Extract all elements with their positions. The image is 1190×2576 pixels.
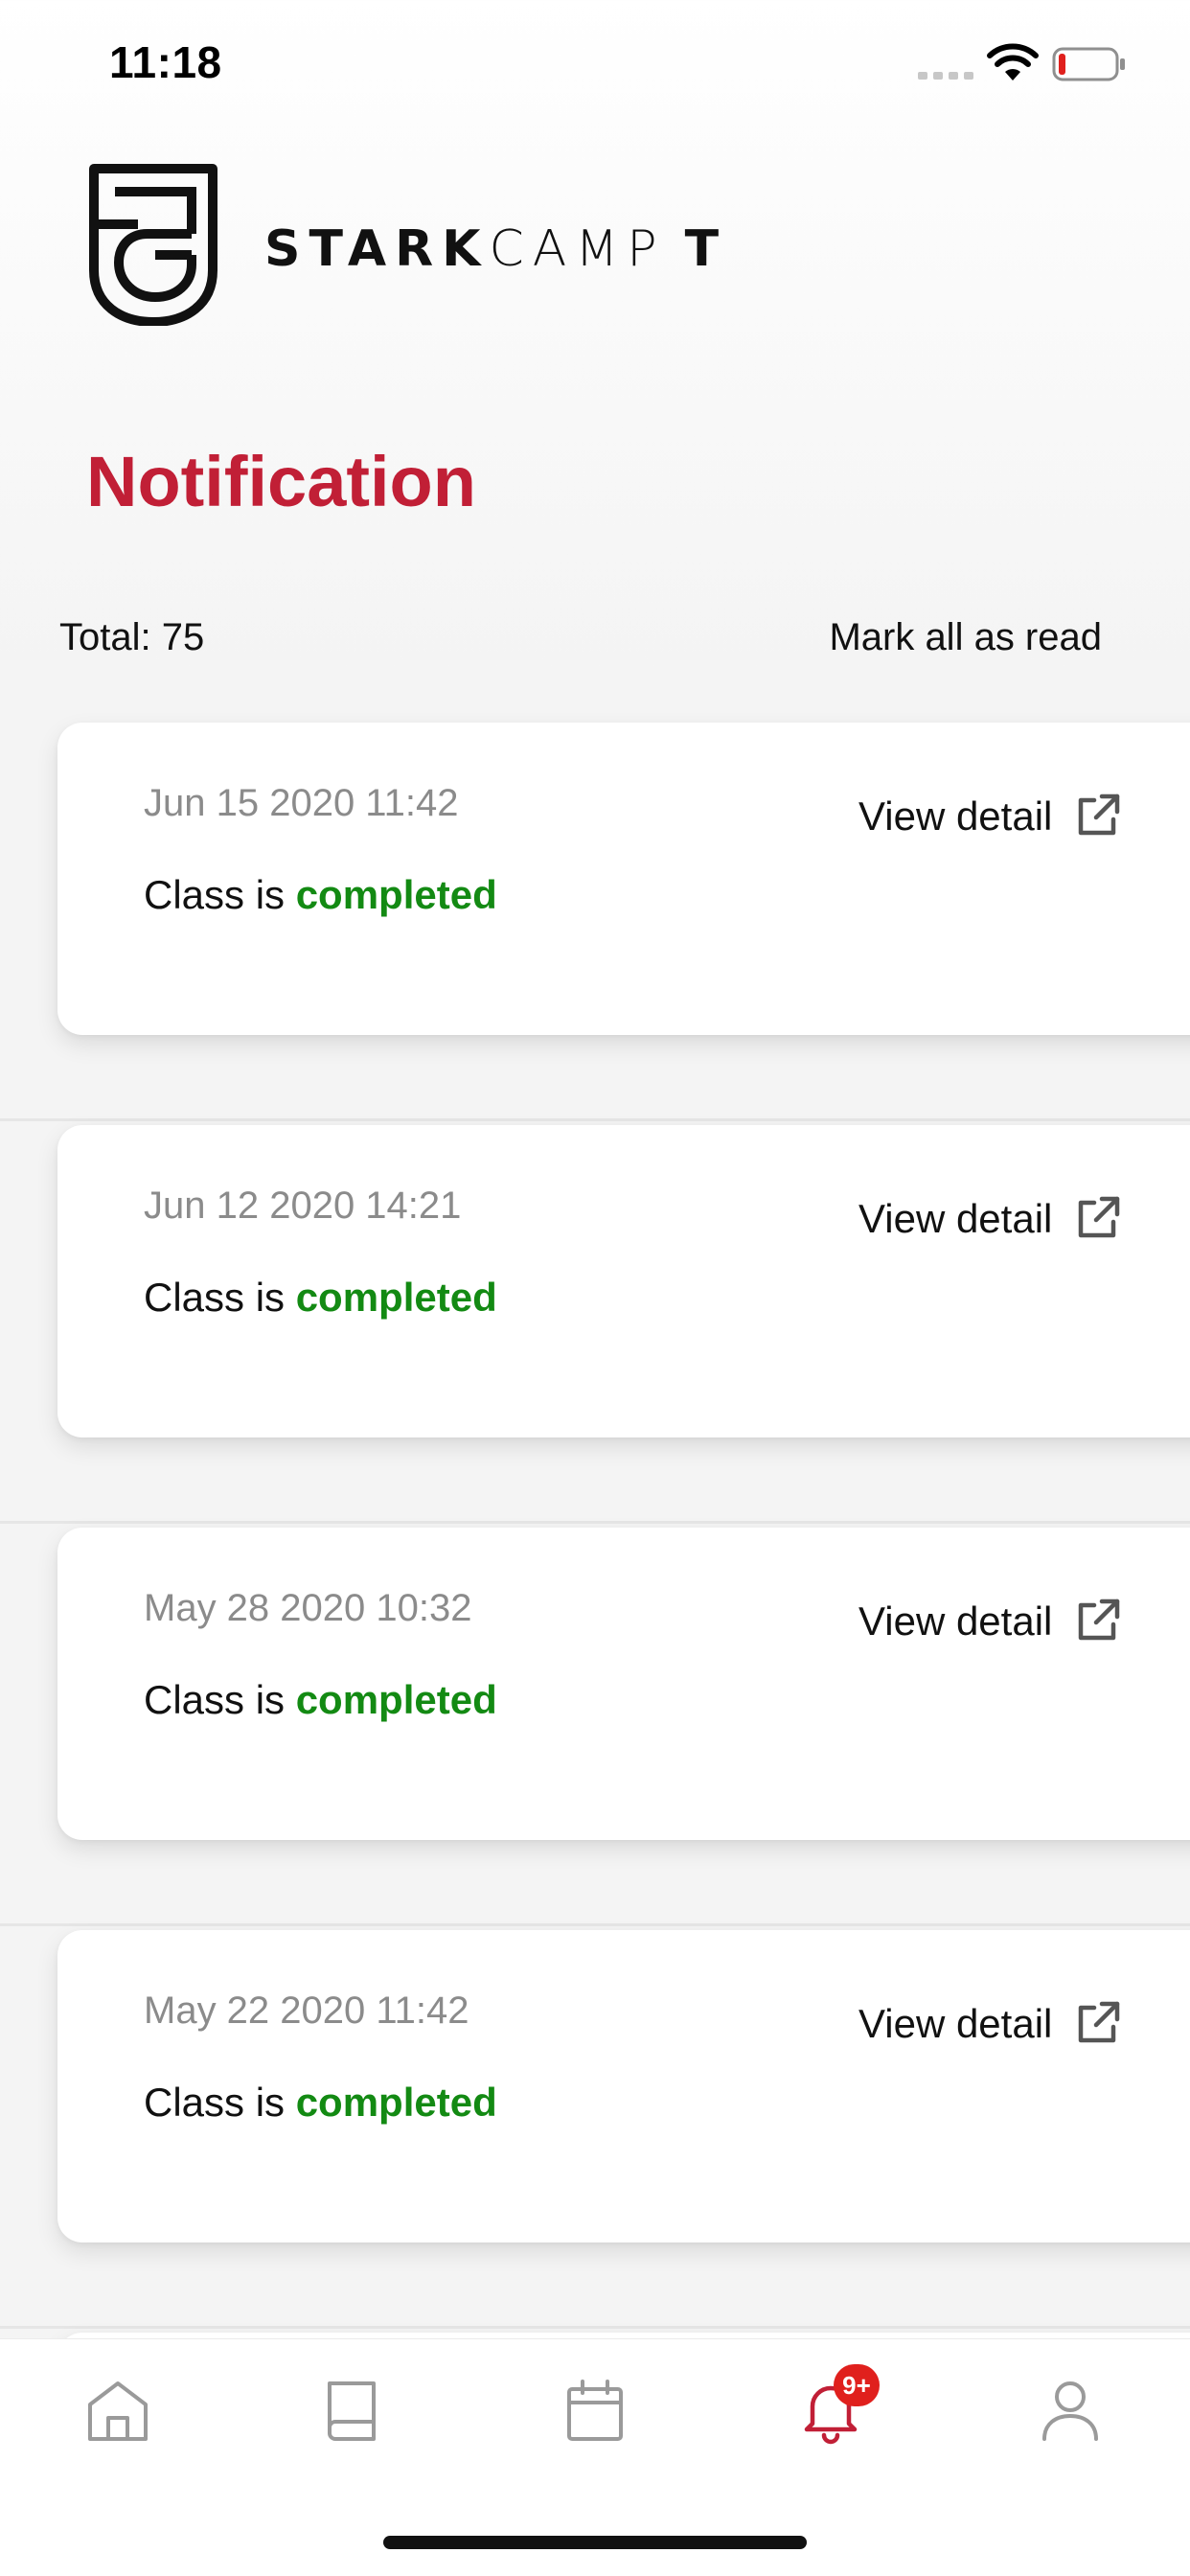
status-text: completed [295, 872, 497, 917]
external-link-icon [1079, 2001, 1120, 2043]
shield-logo-icon [89, 164, 217, 326]
calendar-icon [567, 2380, 623, 2441]
view-detail-label: View detail [858, 1598, 1053, 1644]
notification-date: May 22 2020 11:42 [144, 1990, 469, 2032]
view-detail-button[interactable]: View detail [858, 1190, 1123, 1248]
notification-date: Jun 12 2020 14:21 [144, 1184, 462, 1227]
notification-item: Jun 15 2020 11:42 Class is completed Vie… [0, 719, 1190, 1121]
external-link-icon [1079, 794, 1120, 836]
view-detail-button[interactable]: View detail [858, 1995, 1123, 2053]
view-detail-label: View detail [858, 794, 1053, 839]
message-prefix: Class is [144, 1677, 296, 1722]
notification-item: Jun 12 2020 14:21 Class is completed Vie… [0, 1121, 1190, 1524]
view-detail-label: View detail [858, 1196, 1053, 1241]
notification-message: Class is completed [144, 872, 497, 918]
home-indicator [383, 2536, 807, 2549]
view-detail-button[interactable]: View detail [858, 1593, 1123, 1650]
message-prefix: Class is [144, 2080, 296, 2125]
notification-message: Class is completed [144, 2080, 497, 2126]
notification-message: Class is completed [144, 1677, 497, 1723]
total-count: Total: 75 [59, 616, 205, 658]
notification-date: May 28 2020 10:32 [144, 1587, 472, 1629]
home-icon [88, 2381, 148, 2441]
notification-card[interactable]: May 22 2020 11:42 Class is completed Vie… [57, 1930, 1190, 2242]
status-time: 11:18 [109, 37, 222, 87]
notification-date: Jun 15 2020 11:42 [144, 782, 459, 824]
tab-calendar[interactable] [560, 2376, 630, 2447]
tab-home[interactable] [82, 2376, 153, 2447]
view-detail-label: View detail [858, 2001, 1053, 2046]
notification-card[interactable]: Jun 15 2020 11:42 Class is completed Vie… [57, 723, 1190, 1035]
brand-name-bold: STARK [264, 220, 490, 278]
page-title: Notification [86, 442, 476, 521]
notification-badge: 9+ [834, 2364, 880, 2406]
message-prefix: Class is [144, 1275, 296, 1320]
notification-card[interactable]: Jun 12 2020 14:21 Class is completed Vie… [57, 1125, 1190, 1438]
book-icon [328, 2381, 376, 2441]
external-link-icon [1079, 1598, 1120, 1641]
notification-item: May 28 2020 10:32 Class is completed Vie… [0, 1524, 1190, 1926]
status-text: completed [295, 1677, 497, 1722]
notification-message: Class is completed [144, 1275, 497, 1321]
notification-list: Jun 15 2020 11:42 Class is completed Vie… [0, 719, 1190, 2390]
status-bar: 11:18 [0, 0, 1190, 125]
notification-card[interactable]: May 28 2020 10:32 Class is completed Vie… [57, 1528, 1190, 1840]
status-text: completed [295, 2080, 497, 2125]
brand-name-suffix: T [684, 220, 728, 278]
tab-profile[interactable] [1035, 2376, 1106, 2447]
notification-item: May 22 2020 11:42 Class is completed Vie… [0, 1926, 1190, 2329]
tab-notifications[interactable]: 9+ [795, 2364, 880, 2447]
user-icon [1042, 2381, 1098, 2441]
mark-all-read-button[interactable]: Mark all as read [829, 616, 1102, 659]
tab-book[interactable] [316, 2376, 387, 2447]
brand-name: STARKCAMP T [264, 220, 727, 278]
external-link-icon [1079, 1196, 1120, 1238]
wifi-icon [987, 43, 1039, 80]
brand-name-light: CAMP [489, 220, 666, 278]
battery-icon [1052, 47, 1125, 81]
signal-icon [918, 72, 973, 80]
message-prefix: Class is [144, 872, 296, 917]
view-detail-button[interactable]: View detail [858, 788, 1123, 845]
status-text: completed [295, 1275, 497, 1320]
